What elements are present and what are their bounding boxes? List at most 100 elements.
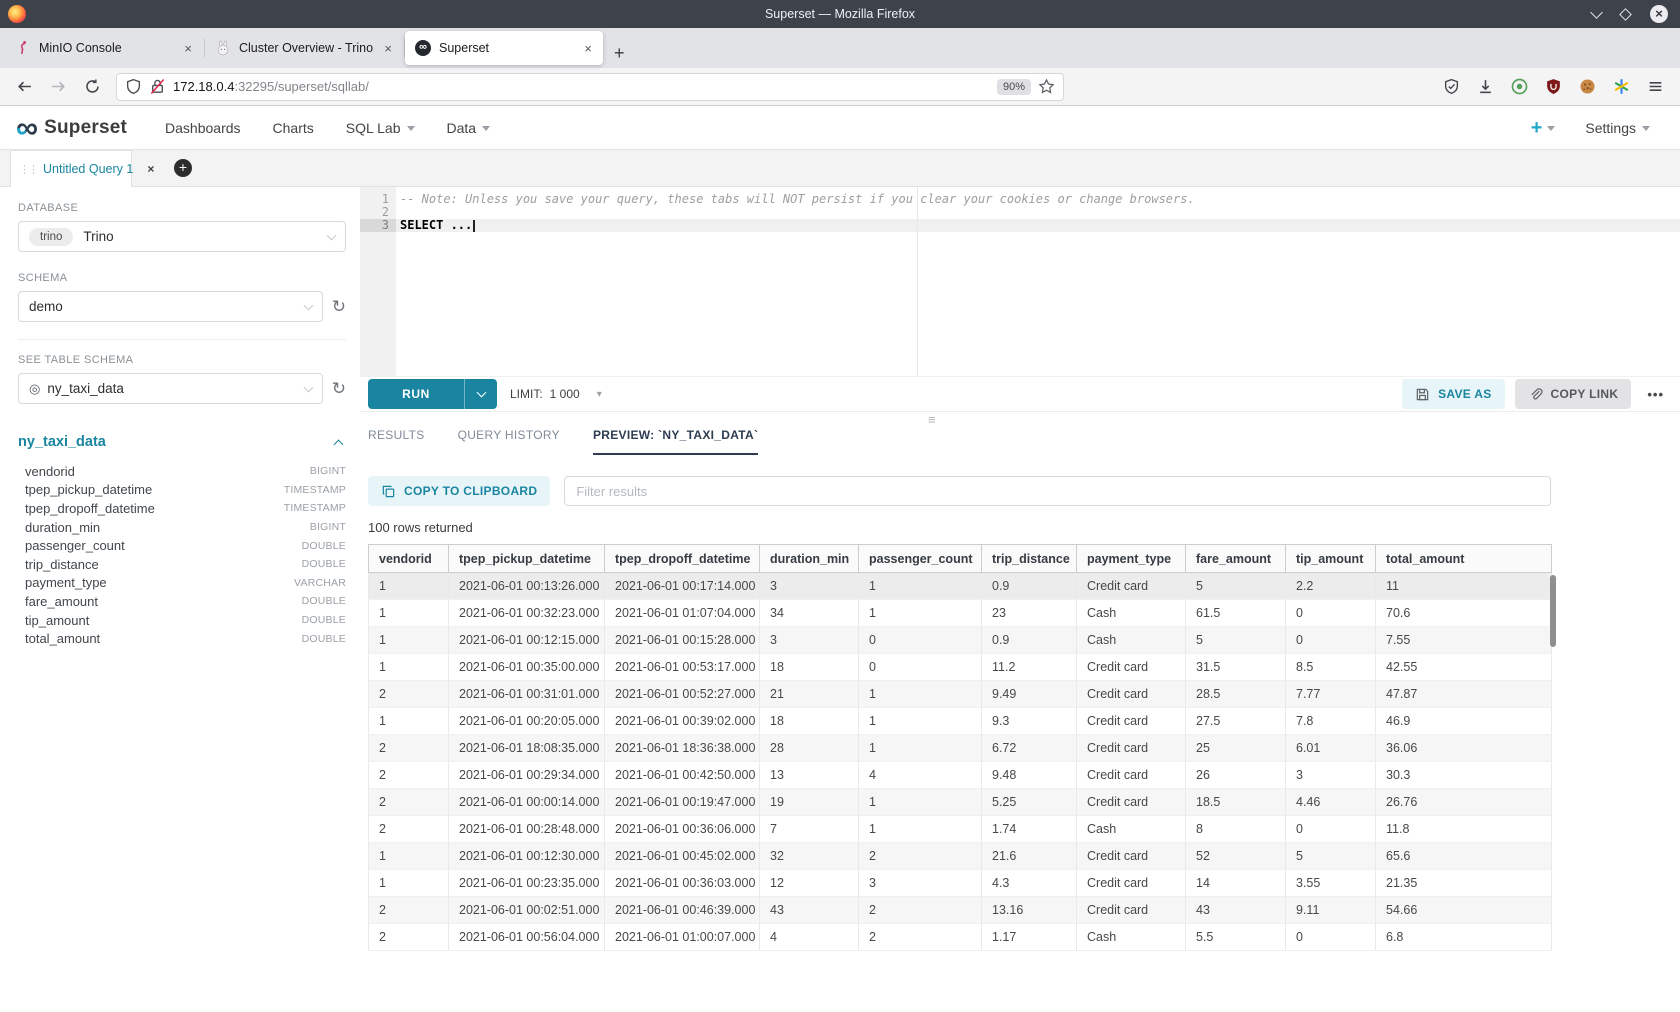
nav-data[interactable]: Data — [447, 120, 491, 136]
drag-handle-icon[interactable]: ⋮⋮ — [19, 163, 37, 176]
tab-close-icon[interactable]: × — [181, 41, 195, 56]
url-bar[interactable]: 172.18.0.4:32295/superset/sqllab/ 90% — [116, 73, 1064, 101]
table-row[interactable]: 22021-06-01 00:28:48.0002021-06-01 00:36… — [369, 816, 1552, 843]
window-close-icon[interactable]: × — [1650, 5, 1668, 23]
chevron-up-icon[interactable] — [334, 439, 344, 449]
table-row[interactable]: 12021-06-01 00:23:35.0002021-06-01 00:36… — [369, 870, 1552, 897]
nav-sql-lab[interactable]: SQL Lab — [346, 120, 415, 136]
browser-tab-minio[interactable]: MinIO Console × — [5, 31, 203, 65]
table-cell: Cash — [1077, 924, 1186, 951]
table-row[interactable]: 22021-06-01 00:31:01.0002021-06-01 00:52… — [369, 681, 1552, 708]
nav-charts[interactable]: Charts — [273, 120, 314, 136]
bookmark-star-icon[interactable] — [1038, 78, 1055, 95]
colorful-asterisk-extension-icon[interactable] — [1613, 78, 1630, 95]
extension-green-icon[interactable] — [1511, 78, 1528, 95]
run-button-label[interactable]: RUN — [368, 379, 464, 409]
table-row[interactable]: 12021-06-01 00:12:15.0002021-06-01 00:15… — [369, 627, 1552, 654]
refresh-schemas-icon[interactable]: ↻ — [332, 298, 346, 315]
table-row[interactable]: 12021-06-01 00:13:26.0002021-06-01 00:17… — [369, 573, 1552, 600]
table-row[interactable]: 22021-06-01 00:29:34.0002021-06-01 00:42… — [369, 762, 1552, 789]
table-row[interactable]: 22021-06-01 00:00:14.0002021-06-01 00:19… — [369, 789, 1552, 816]
run-query-button[interactable]: RUN — [368, 379, 497, 409]
table-row[interactable]: 22021-06-01 18:08:35.0002021-06-01 18:36… — [369, 735, 1552, 762]
table-scrollbar-thumb[interactable] — [1550, 575, 1556, 647]
cookie-extension-icon[interactable] — [1579, 78, 1596, 95]
query-tab-close-icon[interactable]: × — [147, 162, 154, 176]
column-name: duration_min — [25, 520, 100, 535]
table-row[interactable]: 12021-06-01 00:32:23.0002021-06-01 01:07… — [369, 600, 1552, 627]
copy-to-clipboard-button[interactable]: COPY TO CLIPBOARD — [368, 476, 550, 506]
database-select[interactable]: trino Trino — [18, 221, 346, 252]
splitter-handle-icon[interactable]: ≡ — [928, 413, 936, 426]
window-minimize-icon[interactable] — [1590, 6, 1603, 19]
run-options-dropdown[interactable] — [464, 379, 497, 409]
new-tab-button[interactable]: + — [604, 43, 635, 68]
zoom-level-badge[interactable]: 90% — [997, 79, 1031, 95]
url-text[interactable]: 172.18.0.4:32295/superset/sqllab/ — [173, 79, 990, 94]
table-row[interactable]: 22021-06-01 00:56:04.0002021-06-01 01:00… — [369, 924, 1552, 951]
tab-preview-ny-taxi-data[interactable]: PREVIEW: `NY_TAXI_DATA` — [593, 428, 758, 455]
table-cell: 43 — [1186, 897, 1286, 924]
table-row[interactable]: 12021-06-01 00:20:05.0002021-06-01 00:39… — [369, 708, 1552, 735]
tracking-protection-shield-icon[interactable] — [125, 78, 142, 95]
floppy-save-icon — [1415, 387, 1430, 402]
column-header[interactable]: passenger_count — [859, 545, 982, 573]
limit-value: 1 000 — [550, 387, 580, 401]
tab-results[interactable]: RESULTS — [368, 428, 425, 455]
insecure-lock-icon[interactable] — [149, 78, 166, 95]
limit-dropdown[interactable]: LIMIT: 1 000 ▾ — [510, 387, 602, 401]
copy-link-button[interactable]: COPY LINK — [1515, 379, 1632, 409]
table-row[interactable]: 12021-06-01 00:35:00.0002021-06-01 00:53… — [369, 654, 1552, 681]
column-header[interactable]: tpep_dropoff_datetime — [605, 545, 760, 573]
table-cell: 1 — [859, 816, 982, 843]
pane-splitter[interactable]: ≡ — [360, 412, 1680, 428]
tab-close-icon[interactable]: × — [581, 41, 595, 56]
table-cell: 18.5 — [1186, 789, 1286, 816]
menu-hamburger-icon[interactable] — [1647, 78, 1664, 95]
column-header[interactable]: total_amount — [1376, 545, 1552, 573]
forward-button[interactable] — [44, 73, 72, 101]
protections-shield-check-icon[interactable] — [1443, 78, 1460, 95]
ublock-shield-icon[interactable] — [1545, 78, 1562, 95]
back-button[interactable] — [10, 73, 38, 101]
schema-select-value: demo — [29, 299, 63, 314]
refresh-tables-icon[interactable]: ↻ — [332, 380, 346, 397]
table-name-link[interactable]: ny_taxi_data — [18, 434, 106, 450]
table-row[interactable]: 12021-06-01 00:12:30.0002021-06-01 00:45… — [369, 843, 1552, 870]
query-tab-untitled[interactable]: ⋮⋮ Untitled Query 1 × — [10, 150, 132, 187]
add-query-tab-button[interactable]: + — [174, 159, 192, 177]
table-cell: 25 — [1186, 735, 1286, 762]
chevron-down-icon — [407, 126, 415, 131]
new-item-button[interactable]: + — [1531, 119, 1556, 137]
column-header[interactable]: tip_amount — [1286, 545, 1376, 573]
schema-select[interactable]: demo — [18, 291, 323, 322]
browser-tab-superset[interactable]: ∞ Superset × — [405, 31, 603, 65]
superset-navbar: ∞∞ Superset Dashboards Charts SQL Lab Da… — [0, 106, 1680, 150]
table-schema-header[interactable]: ny_taxi_data — [18, 434, 346, 450]
column-header[interactable]: tpep_pickup_datetime — [449, 545, 605, 573]
column-type: VARCHAR — [294, 577, 346, 589]
column-header[interactable]: trip_distance — [982, 545, 1077, 573]
table-row[interactable]: 22021-06-01 00:02:51.0002021-06-01 00:46… — [369, 897, 1552, 924]
reload-button[interactable] — [78, 73, 106, 101]
browser-tab-trino[interactable]: Cluster Overview - Trino × — [205, 31, 403, 65]
settings-menu[interactable]: Settings — [1585, 120, 1650, 136]
downloads-icon[interactable] — [1477, 78, 1494, 95]
window-maximize-icon[interactable] — [1619, 8, 1632, 21]
filter-results-input[interactable] — [564, 476, 1551, 506]
column-header[interactable]: vendorid — [369, 545, 449, 573]
editor-code-area[interactable]: -- Note: Unless you save your query, the… — [396, 187, 1680, 376]
sql-editor[interactable]: 1 2 3 -- Note: Unless you save your quer… — [360, 187, 1680, 376]
column-header[interactable]: duration_min — [760, 545, 859, 573]
tab-query-history[interactable]: QUERY HISTORY — [458, 428, 560, 455]
table-cell: 12 — [760, 870, 859, 897]
nav-dashboards[interactable]: Dashboards — [165, 120, 241, 136]
column-header[interactable]: fare_amount — [1186, 545, 1286, 573]
results-table-container: vendoridtpep_pickup_datetimetpep_dropoff… — [368, 544, 1559, 951]
table-cell: 11.2 — [982, 654, 1077, 681]
table-select[interactable]: ◎ ny_taxi_data — [18, 373, 323, 404]
column-header[interactable]: payment_type — [1077, 545, 1186, 573]
tab-close-icon[interactable]: × — [381, 41, 395, 56]
save-as-button[interactable]: SAVE AS — [1402, 379, 1504, 409]
more-actions-button[interactable]: ••• — [1641, 387, 1670, 402]
